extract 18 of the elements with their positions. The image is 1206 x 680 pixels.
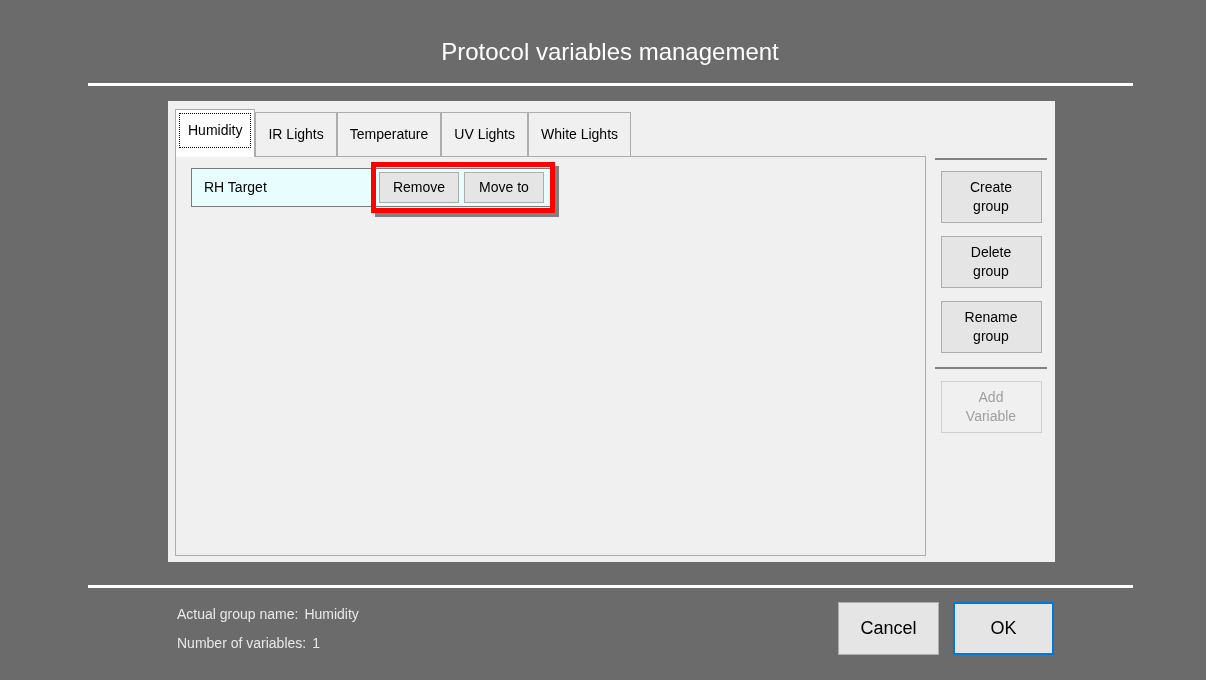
tab[interactable]: Humidity (175, 109, 256, 157)
dialog-title: Protocol variables management (441, 37, 779, 67)
side-button[interactable]: Rename group (940, 301, 1042, 353)
dialog-button[interactable]: OK (953, 602, 1054, 655)
info-label: Actual group name: (177, 605, 299, 624)
side-button[interactable]: Delete group (940, 236, 1042, 288)
tab[interactable]: White Lights (528, 112, 632, 156)
info-label: Number of variables: (177, 634, 307, 653)
tab[interactable]: UV Lights (441, 112, 528, 156)
variable-name: RH Target (204, 178, 268, 197)
side-button[interactable]: Create group (940, 171, 1042, 223)
tab[interactable]: IR Lights (255, 112, 337, 156)
action-button[interactable]: Move to (464, 172, 544, 203)
info-value: 1 (312, 634, 320, 653)
dialog-button[interactable]: Cancel (838, 602, 939, 655)
info-value: Humidity (304, 605, 359, 624)
action-button[interactable]: Remove (379, 172, 459, 203)
tab[interactable]: Temperature (336, 112, 442, 156)
